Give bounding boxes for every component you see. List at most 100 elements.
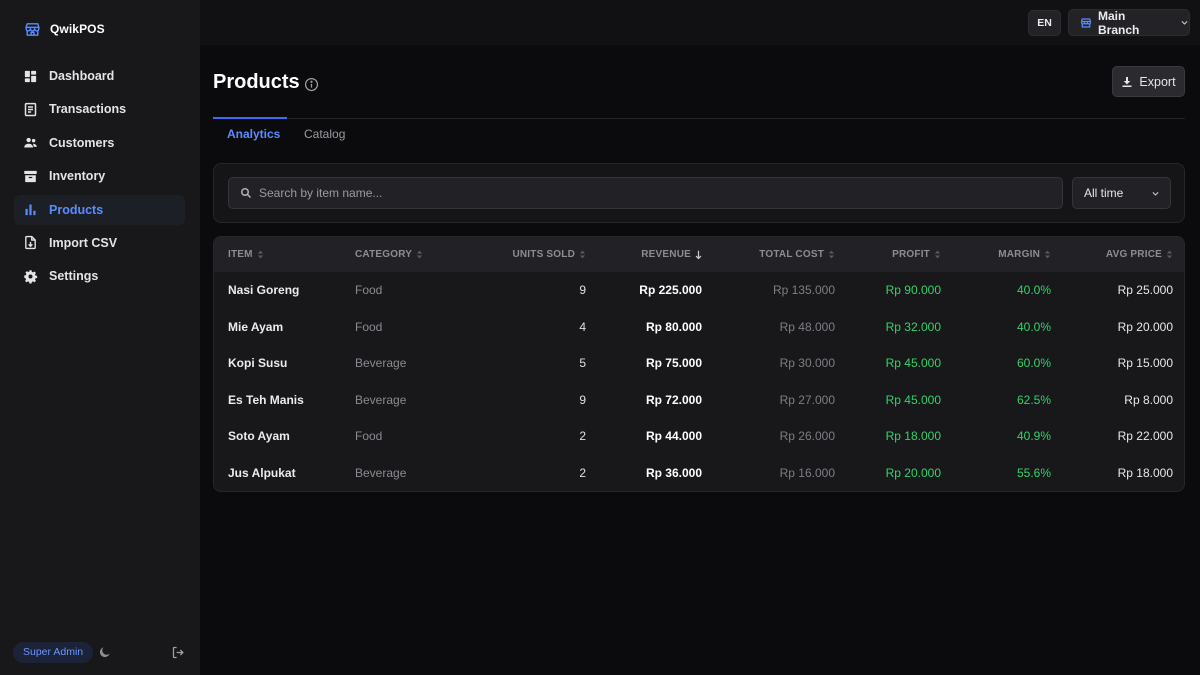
cell-avg-price: Rp 25.000 — [1117, 283, 1173, 297]
products-table: ITEM CATEGORY UNITS SOLD REVENUE TOTAL C… — [213, 236, 1185, 492]
store-icon — [1080, 17, 1092, 29]
cell-category: Food — [355, 429, 383, 444]
cell-total-cost: Rp 30.000 — [779, 356, 835, 371]
cell-revenue: Rp 72.000 — [645, 392, 702, 407]
sidebar-item-label: Settings — [49, 269, 99, 284]
sidebar-item-label: Customers — [49, 135, 115, 150]
cell-revenue: Rp 80.000 — [645, 319, 702, 334]
file-import-icon — [23, 235, 38, 250]
logout-icon[interactable] — [171, 645, 186, 660]
table-row[interactable]: Nasi Goreng Food 9 Rp 225.000 Rp 135.000… — [214, 272, 1184, 309]
sidebar-item-inventory[interactable]: Inventory — [14, 161, 185, 191]
dashboard-icon — [23, 69, 38, 84]
table-row[interactable]: Jus Alpukat Beverage 2 Rp 36.000 Rp 16.0… — [214, 455, 1184, 491]
sidebar-nav: Dashboard Transactions Customers Invento… — [14, 61, 185, 295]
sidebar: QwikPOS Dashboard Transactions Customers… — [0, 0, 200, 675]
search-box[interactable] — [228, 177, 1063, 209]
sidebar-item-customers[interactable]: Customers — [14, 128, 185, 158]
bar-chart-icon — [23, 202, 38, 217]
users-icon — [23, 135, 38, 150]
cell-profit: Rp 45.000 — [885, 356, 941, 371]
cell-item: Soto Ayam — [228, 429, 290, 444]
branch-selector[interactable]: Main Branch — [1068, 8, 1190, 37]
sort-icon — [1166, 250, 1173, 259]
cell-total-cost: Rp 48.000 — [779, 319, 835, 334]
sort-icon — [416, 250, 423, 259]
cell-revenue: Rp 225.000 — [639, 283, 702, 297]
tabs-divider — [213, 118, 1185, 119]
column-header-profit[interactable]: PROFIT — [892, 237, 941, 272]
sidebar-item-transactions[interactable]: Transactions — [14, 94, 185, 124]
cell-profit: Rp 20.000 — [885, 466, 941, 480]
cell-margin: 55.6% — [1016, 466, 1051, 480]
column-header-revenue[interactable]: REVENUE — [641, 237, 702, 272]
cell-margin: 40.0% — [1016, 283, 1051, 297]
chevron-down-icon — [1151, 189, 1160, 198]
cell-category: Beverage — [355, 466, 407, 480]
cell-margin: 62.5% — [1016, 392, 1051, 407]
column-header-category[interactable]: CATEGORY — [355, 237, 423, 272]
sort-icon — [579, 250, 586, 259]
sidebar-item-dashboard[interactable]: Dashboard — [14, 61, 185, 91]
time-range-select[interactable]: All time — [1072, 177, 1171, 209]
chevron-down-icon — [1180, 18, 1189, 27]
table-row[interactable]: Mie Ayam Food 4 Rp 80.000 Rp 48.000 Rp 3… — [214, 309, 1184, 346]
column-header-item[interactable]: ITEM — [228, 237, 264, 272]
column-header-margin[interactable]: MARGIN — [998, 237, 1051, 272]
cell-item: Jus Alpukat — [228, 466, 296, 480]
sort-icon — [257, 250, 264, 259]
cell-profit: Rp 45.000 — [885, 392, 941, 407]
active-tab-indicator — [213, 117, 287, 119]
download-icon — [1121, 76, 1133, 88]
cell-profit: Rp 32.000 — [885, 319, 941, 334]
sort-icon — [1044, 250, 1051, 259]
column-header-units-sold[interactable]: UNITS SOLD — [512, 237, 586, 272]
cell-total-cost: Rp 27.000 — [779, 392, 835, 407]
branch-name: Main Branch — [1098, 8, 1140, 37]
table-row[interactable]: Kopi Susu Beverage 5 Rp 75.000 Rp 30.000… — [214, 345, 1184, 382]
sort-icon — [828, 250, 835, 259]
sort-descending-icon — [695, 250, 702, 260]
cell-avg-price: Rp 22.000 — [1117, 429, 1173, 444]
sidebar-item-settings[interactable]: Settings — [14, 261, 185, 291]
column-header-avg-price[interactable]: AVG PRICE — [1106, 237, 1173, 272]
cell-units-sold: 2 — [579, 466, 586, 480]
store-icon — [24, 21, 41, 38]
cell-avg-price: Rp 20.000 — [1117, 319, 1173, 334]
brand[interactable]: QwikPOS — [24, 20, 105, 38]
cell-total-cost: Rp 26.000 — [779, 429, 835, 444]
search-icon — [240, 187, 252, 199]
table-row[interactable]: Soto Ayam Food 2 Rp 44.000 Rp 26.000 Rp … — [214, 418, 1184, 455]
cell-profit: Rp 18.000 — [885, 429, 941, 444]
sidebar-item-label: Import CSV — [49, 235, 118, 250]
sidebar-item-import-csv[interactable]: Import CSV — [14, 228, 185, 258]
column-header-total-cost[interactable]: TOTAL COST — [759, 237, 835, 272]
cell-revenue: Rp 75.000 — [645, 356, 702, 371]
cell-item: Nasi Goreng — [228, 283, 300, 297]
sidebar-item-products[interactable]: Products — [14, 194, 185, 225]
language-button[interactable]: EN — [1028, 10, 1061, 36]
tab-analytics[interactable]: Analytics — [227, 127, 280, 141]
topbar: EN Main Branch — [200, 0, 1200, 45]
export-label: Export — [1139, 74, 1176, 89]
cell-margin: 40.9% — [1016, 429, 1051, 444]
cell-units-sold: 2 — [579, 429, 586, 444]
info-icon[interactable] — [304, 77, 319, 92]
table-row[interactable]: Es Teh Manis Beverage 9 Rp 72.000 Rp 27.… — [214, 382, 1184, 419]
sidebar-item-label: Inventory — [49, 169, 106, 184]
sidebar-footer: Super Admin — [13, 642, 189, 664]
page-title: Products — [213, 71, 300, 93]
sidebar-item-label: Dashboard — [49, 69, 115, 83]
tab-catalog[interactable]: Catalog — [304, 127, 345, 141]
search-input[interactable] — [259, 178, 1049, 208]
cell-category: Beverage — [355, 356, 407, 371]
cell-item: Mie Ayam — [228, 319, 284, 334]
export-button[interactable]: Export — [1112, 66, 1185, 97]
sidebar-item-label: Transactions — [49, 102, 127, 117]
cell-units-sold: 5 — [579, 356, 586, 371]
cell-avg-price: Rp 15.000 — [1117, 356, 1173, 371]
moon-icon[interactable] — [98, 645, 112, 659]
cell-units-sold: 9 — [579, 283, 586, 297]
filter-card: All time — [213, 163, 1185, 223]
receipt-icon — [23, 102, 38, 117]
